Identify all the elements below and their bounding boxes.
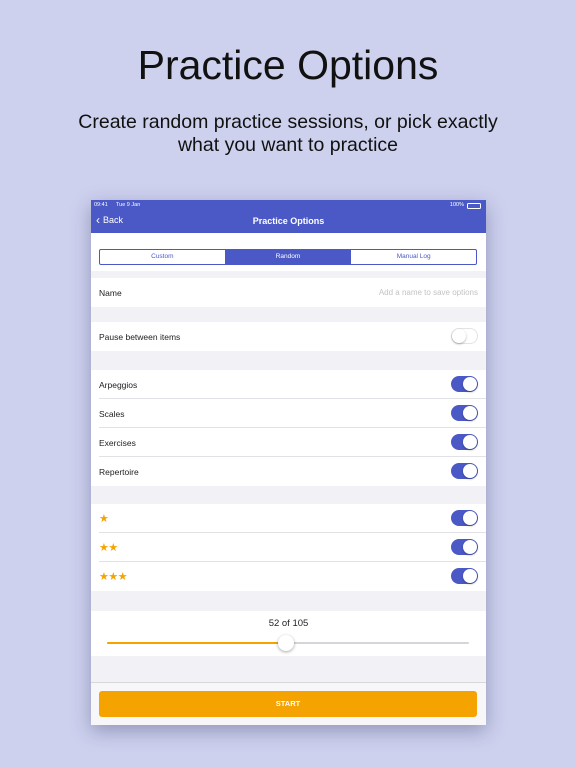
navigation-bar: 09:41 Tue 9 Jan 100% ‹ Back Practice Opt… xyxy=(91,200,486,233)
exercises-toggle[interactable] xyxy=(451,434,478,450)
repertoire-toggle[interactable] xyxy=(451,463,478,479)
status-date: Tue 9 Jan xyxy=(116,202,141,208)
category-row-arpeggios: Arpeggios xyxy=(91,370,486,399)
item-count-block: 52 of 105 xyxy=(91,611,486,656)
rating-row-3: ★★★ xyxy=(91,562,486,591)
battery-icon xyxy=(467,202,481,209)
pause-toggle[interactable] xyxy=(451,328,478,344)
bottom-bar: START xyxy=(91,682,486,725)
category-row-repertoire: Repertoire xyxy=(91,457,486,486)
segment-manual-log[interactable]: Manual Log xyxy=(351,250,476,264)
battery-percent: 100% xyxy=(449,202,464,208)
item-count-text: 52 of 105 xyxy=(268,618,309,629)
name-label: Name xyxy=(99,287,122,298)
rating-2-toggle[interactable] xyxy=(451,539,478,555)
name-row: Name xyxy=(91,278,486,307)
status-time: 09:41 xyxy=(94,202,108,208)
rating-row-1: ★ xyxy=(91,504,486,533)
rating-1-toggle[interactable] xyxy=(451,510,478,526)
name-input[interactable] xyxy=(278,285,478,299)
nav-title: Practice Options xyxy=(252,216,325,226)
item-count-slider[interactable] xyxy=(107,635,469,651)
segment-random[interactable]: Random xyxy=(225,250,352,264)
rating-3-toggle[interactable] xyxy=(451,568,478,584)
segment-custom[interactable]: Custom xyxy=(100,250,226,264)
slider-fill xyxy=(107,642,287,644)
pause-label: Pause between items xyxy=(99,331,181,342)
arpeggios-toggle[interactable] xyxy=(451,376,478,392)
category-row-exercises: Exercises xyxy=(91,428,486,457)
mode-segmented-control: Custom Random Manual Log xyxy=(99,249,477,265)
pause-row: Pause between items xyxy=(91,322,486,351)
slider-thumb[interactable] xyxy=(278,635,295,651)
category-label: Exercises xyxy=(99,437,136,448)
star-icon: ★★ xyxy=(99,542,118,554)
rating-row-2: ★★ xyxy=(91,533,486,562)
category-label: Repertoire xyxy=(99,466,139,477)
category-row-scales: Scales xyxy=(91,399,486,428)
device-screen: 09:41 Tue 9 Jan 100% ‹ Back Practice Opt… xyxy=(91,200,486,725)
start-button[interactable]: START xyxy=(99,691,477,717)
scales-toggle[interactable] xyxy=(451,405,478,421)
hero-subtitle: Create random practice sessions, or pick… xyxy=(78,111,498,156)
category-label: Scales xyxy=(99,408,125,419)
star-icon: ★★★ xyxy=(99,571,128,583)
star-icon: ★ xyxy=(99,513,109,525)
hero-title: Practice Options xyxy=(137,42,439,88)
category-label: Arpeggios xyxy=(99,379,138,390)
